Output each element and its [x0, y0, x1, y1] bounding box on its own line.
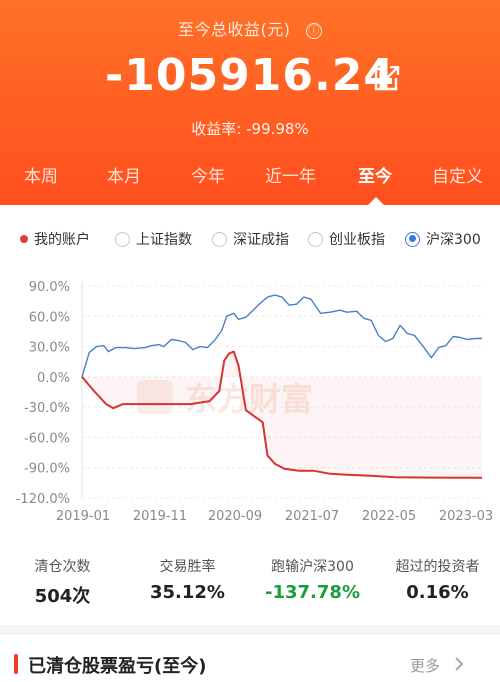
legend-chinext-index[interactable]: 创业板指 — [308, 229, 385, 249]
stat-clear-count: 清仓次数 504次 — [0, 556, 125, 608]
stat-vs-csi300: 跑输沪深300 -137.78% — [250, 556, 375, 603]
tab-this-year[interactable]: 今年 — [191, 162, 225, 187]
profit-chart: 东方财富90.0%60.0%30.0%0.0%-30.0%-60.0%-90.0… — [0, 272, 500, 532]
radio-selected-icon[interactable] — [405, 231, 420, 247]
y-tick-label: 90.0% — [29, 280, 70, 295]
cleared-stocks-section[interactable]: 已清仓股票盈亏(至今) 更多 — [0, 645, 500, 682]
x-tick-label: 2019-01 — [56, 509, 110, 524]
legend-csi300[interactable]: 沪深300 — [405, 229, 481, 249]
stat-label: 跑输沪深300 — [271, 559, 354, 575]
chart-legend: 我的账户 上证指数 深证成指 创业板指 沪深300 — [0, 229, 500, 251]
period-tabs: 本周 本月 今年 近一年 至今 自定义 — [0, 162, 500, 188]
y-tick-label: -90.0% — [24, 462, 70, 477]
section-accent-bar — [14, 654, 18, 674]
return-rate: 收益率: -99.98% — [0, 118, 500, 139]
legend-label: 创业板指 — [329, 232, 385, 248]
section-title: 已清仓股票盈亏(至今) — [28, 656, 207, 677]
y-tick-label: 30.0% — [29, 341, 70, 356]
active-tab-pointer — [368, 197, 384, 205]
y-tick-label: -120.0% — [16, 492, 70, 507]
stat-value: -137.78% — [265, 582, 360, 603]
y-tick-label: 60.0% — [29, 310, 70, 325]
legend-szse-component[interactable]: 深证成指 — [212, 229, 289, 249]
x-tick-label: 2020-09 — [208, 509, 262, 524]
legend-label: 上证指数 — [136, 232, 192, 248]
tab-this-month[interactable]: 本月 — [107, 162, 141, 187]
stat-value: 504次 — [34, 586, 91, 607]
my-account-dot-icon — [20, 235, 28, 243]
tab-custom[interactable]: 自定义 — [432, 162, 483, 187]
tab-since-start[interactable]: 至今 — [358, 162, 392, 187]
x-tick-label: 2022-05 — [362, 509, 416, 524]
info-icon[interactable]: ⓘ — [306, 23, 323, 39]
legend-sse-index[interactable]: 上证指数 — [115, 229, 192, 249]
stats-row: 清仓次数 504次 交易胜率 35.12% 跑输沪深300 -137.78% 超… — [0, 556, 500, 608]
more-link[interactable]: 更多 — [410, 655, 440, 676]
x-tick-label: 2023-03 — [439, 509, 493, 524]
tab-past-year[interactable]: 近一年 — [265, 162, 316, 187]
stat-value: 35.12% — [150, 582, 225, 603]
legend-label: 我的账户 — [34, 232, 90, 248]
x-tick-label: 2021-07 — [285, 509, 339, 524]
stat-label: 清仓次数 — [34, 559, 91, 575]
return-rate-value: -99.98% — [246, 120, 309, 138]
share-icon[interactable] — [373, 66, 401, 92]
tab-this-week[interactable]: 本周 — [24, 162, 58, 187]
total-profit-amount: -105916.24 — [105, 50, 395, 101]
return-rate-label: 收益率: — [191, 120, 242, 138]
section-divider — [0, 625, 500, 635]
x-tick-label: 2019-11 — [133, 509, 187, 524]
stat-label: 交易胜率 — [159, 559, 216, 575]
radio-icon[interactable] — [308, 231, 323, 247]
legend-label: 深证成指 — [233, 232, 289, 248]
radio-icon[interactable] — [115, 231, 130, 247]
stat-beat-investors: 超过的投资者 0.16% — [375, 556, 500, 603]
summary-header: 至今总收益(元) ⓘ -105916.24 收益率: -99.98% 本周 本月… — [0, 0, 500, 205]
y-tick-label: -60.0% — [24, 431, 70, 446]
chevron-right-icon[interactable] — [454, 656, 464, 672]
total-profit-label: 至今总收益(元) — [177, 20, 291, 39]
stat-label: 超过的投资者 — [395, 559, 480, 575]
profit-chart-svg: 东方财富90.0%60.0%30.0%0.0%-30.0%-60.0%-90.0… — [16, 280, 493, 524]
csi300-line — [81, 294, 482, 378]
my-account-area — [82, 351, 482, 478]
legend-label: 沪深300 — [426, 232, 481, 248]
total-profit-title: 至今总收益(元) ⓘ — [0, 16, 500, 40]
legend-my-account: 我的账户 — [20, 229, 90, 249]
radio-icon[interactable] — [212, 231, 227, 247]
stat-win-rate: 交易胜率 35.12% — [125, 556, 250, 603]
y-tick-label: -30.0% — [24, 401, 70, 416]
stat-value: 0.16% — [406, 582, 469, 603]
y-tick-label: 0.0% — [37, 371, 70, 386]
